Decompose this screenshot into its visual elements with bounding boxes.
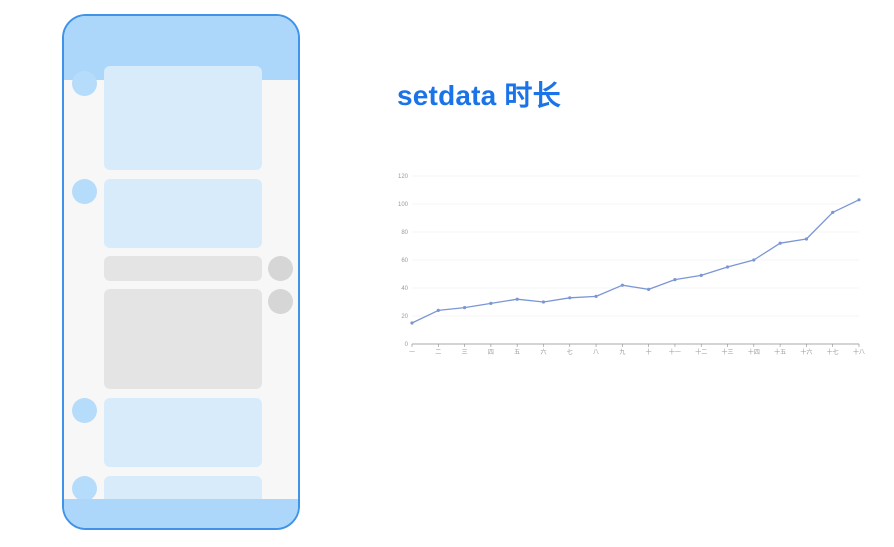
line-chart: 0 20 40 60 80 100 120 一 二 三 四 五 六 七 八 九 十 十一 十二 十三 十四 十五 十六 十七… bbox=[398, 174, 865, 356]
message-avatar bbox=[268, 256, 293, 281]
phone-footer-bar bbox=[64, 499, 298, 528]
x-tick-label: 一 bbox=[409, 350, 415, 356]
data-point bbox=[831, 210, 835, 214]
x-tick-label: 七 bbox=[567, 348, 573, 356]
data-point bbox=[594, 294, 598, 298]
chart-grid bbox=[412, 175, 859, 345]
x-tick-label: 十二 bbox=[695, 348, 707, 356]
y-tick-label: 80 bbox=[401, 230, 408, 236]
message-avatar bbox=[72, 179, 97, 204]
y-tick-label: 40 bbox=[401, 286, 408, 292]
data-point bbox=[804, 237, 809, 241]
x-tick-label: 十五 bbox=[774, 348, 786, 356]
data-point bbox=[489, 301, 493, 305]
message-avatar bbox=[72, 476, 97, 501]
data-point bbox=[673, 278, 677, 282]
data-point bbox=[725, 265, 730, 269]
data-point bbox=[410, 321, 414, 325]
chart-series bbox=[410, 198, 861, 325]
data-point bbox=[462, 306, 467, 310]
data-point bbox=[699, 273, 703, 277]
x-tick-label: 三 bbox=[462, 349, 468, 356]
data-point bbox=[568, 296, 572, 300]
y-tick-label: 20 bbox=[401, 314, 408, 320]
x-tick-label: 十四 bbox=[748, 348, 760, 356]
x-tick-label: 九 bbox=[619, 348, 625, 356]
x-tick-label: 十八 bbox=[853, 348, 865, 356]
x-tick-label: 五 bbox=[514, 349, 520, 356]
x-tick-label: 八 bbox=[593, 349, 599, 356]
x-tick-label: 十六 bbox=[800, 348, 812, 356]
y-tick-label: 60 bbox=[401, 258, 408, 264]
y-tick-label: 120 bbox=[398, 174, 409, 180]
series-line bbox=[411, 199, 860, 324]
message-bubble bbox=[104, 256, 262, 281]
x-tick-label: 十一 bbox=[669, 348, 681, 356]
data-point bbox=[436, 308, 440, 312]
message-avatar bbox=[72, 398, 97, 423]
x-axis: 一 二 三 四 五 六 七 八 九 十 十一 十二 十三 十四 十五 十六 十七 十八 bbox=[409, 344, 865, 356]
message-avatar bbox=[72, 71, 97, 96]
x-tick-label: 六 bbox=[540, 348, 546, 356]
data-point bbox=[541, 300, 546, 304]
x-tick-label: 十七 bbox=[827, 348, 839, 356]
y-axis: 0 20 40 60 80 100 120 bbox=[398, 174, 409, 348]
x-tick-label: 二 bbox=[435, 350, 441, 356]
data-point bbox=[752, 258, 756, 262]
x-tick-label: 十三 bbox=[722, 348, 734, 356]
slide: setdata 时长 0 20 40 60 80 100 120 一 二 三 四 五 六 七 八 九 十 十一 十… bbox=[0, 0, 894, 547]
chart-title: setdata 时长 bbox=[397, 80, 561, 111]
data-point bbox=[647, 287, 651, 291]
data-point bbox=[620, 283, 624, 287]
y-tick-label: 0 bbox=[405, 342, 409, 348]
message-bubble bbox=[104, 179, 262, 248]
message-bubble bbox=[104, 289, 262, 389]
phone-mockup bbox=[62, 14, 300, 530]
y-tick-label: 100 bbox=[398, 202, 409, 208]
x-tick-label: 十 bbox=[646, 348, 652, 356]
message-avatar bbox=[268, 289, 293, 314]
data-point bbox=[515, 297, 519, 301]
x-tick-label: 四 bbox=[488, 349, 494, 356]
data-point bbox=[778, 241, 782, 245]
message-bubble bbox=[104, 66, 262, 170]
message-bubble bbox=[104, 398, 262, 467]
data-point bbox=[857, 198, 861, 202]
